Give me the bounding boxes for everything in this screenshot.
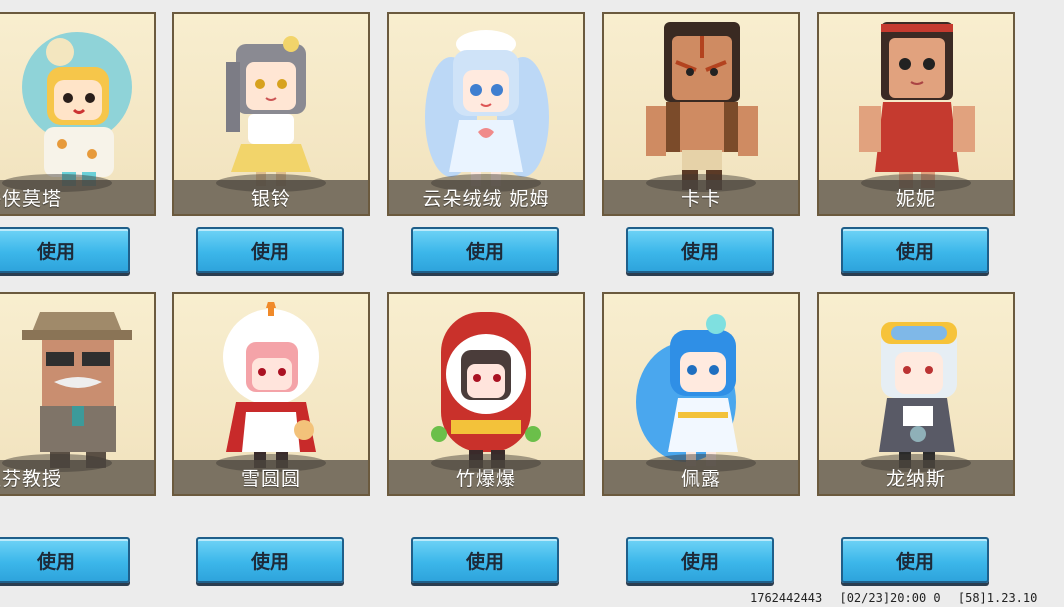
name-bar: 云朵绒绒 妮姆 bbox=[389, 174, 583, 214]
character-card[interactable]: 佩露 bbox=[602, 292, 800, 496]
name-bar: 银铃 bbox=[174, 174, 368, 214]
character-card[interactable]: 龙纳斯 bbox=[817, 292, 1015, 496]
name-bar: 雪圆圆 bbox=[174, 454, 368, 494]
character-name: 龙纳斯 bbox=[885, 467, 946, 490]
character-name: 佩露 bbox=[680, 467, 721, 490]
character-portrait bbox=[636, 314, 738, 466]
use-button[interactable]: 使用 bbox=[841, 227, 989, 273]
character-card[interactable]: 竹爆爆 bbox=[387, 292, 585, 496]
character-name: 卡卡 bbox=[680, 187, 721, 210]
character-card[interactable]: 妮妮 bbox=[817, 12, 1015, 216]
character-card[interactable]: 银铃 bbox=[172, 12, 370, 216]
character-name: 银铃 bbox=[250, 187, 291, 210]
use-button[interactable]: 使用 bbox=[0, 537, 130, 583]
character-portrait bbox=[22, 32, 132, 186]
use-button[interactable]: 使用 bbox=[196, 227, 344, 273]
character-portrait bbox=[859, 22, 975, 188]
character-name: 雪圆圆 bbox=[240, 467, 301, 490]
character-portrait bbox=[646, 22, 758, 190]
use-button[interactable]: 使用 bbox=[841, 537, 989, 583]
character-portrait bbox=[226, 36, 311, 186]
character-name: 云朵绒绒 妮姆 bbox=[422, 187, 550, 210]
character-name: 妮妮 bbox=[895, 187, 936, 210]
date-text: [02/23]20:00 0 bbox=[839, 591, 941, 605]
character-portrait bbox=[22, 312, 132, 468]
character-name: 竹爆爆 bbox=[455, 467, 516, 490]
uid-text: 1762442443 bbox=[750, 591, 823, 605]
name-bar: 卡卡 bbox=[604, 174, 798, 214]
character-card[interactable]: 史提芬教授 bbox=[0, 292, 156, 496]
name-bar: 竹爆爆 bbox=[389, 454, 583, 494]
character-portrait bbox=[431, 312, 541, 468]
character-card[interactable]: 雪圆圆 bbox=[172, 292, 370, 496]
character-card[interactable]: 小海侠莫塔 bbox=[0, 12, 156, 216]
version-text: [58]1.23.10 bbox=[957, 591, 1038, 605]
name-bar: 小海侠莫塔 bbox=[0, 174, 154, 214]
build-info: 1762442443 [02/23]20:00 0 [58]1.23.10 bbox=[750, 591, 1047, 607]
name-bar: 龙纳斯 bbox=[819, 454, 1013, 494]
character-card[interactable]: 云朵绒绒 妮姆 bbox=[387, 12, 585, 216]
character-portrait bbox=[223, 302, 319, 468]
use-button[interactable]: 使用 bbox=[0, 227, 130, 273]
name-bar: 妮妮 bbox=[819, 174, 1013, 214]
use-button[interactable]: 使用 bbox=[411, 537, 559, 583]
use-button[interactable]: 使用 bbox=[626, 227, 774, 273]
use-button[interactable]: 使用 bbox=[411, 227, 559, 273]
character-card[interactable]: 卡卡 bbox=[602, 12, 800, 216]
character-portrait bbox=[879, 322, 957, 468]
character-portrait bbox=[425, 30, 549, 186]
name-bar: 佩露 bbox=[604, 454, 798, 494]
use-button[interactable]: 使用 bbox=[626, 537, 774, 583]
use-button[interactable]: 使用 bbox=[196, 537, 344, 583]
name-bar: 史提芬教授 bbox=[0, 454, 154, 494]
character-name: 小海侠莫塔 bbox=[0, 187, 63, 210]
character-name: 史提芬教授 bbox=[0, 467, 63, 490]
